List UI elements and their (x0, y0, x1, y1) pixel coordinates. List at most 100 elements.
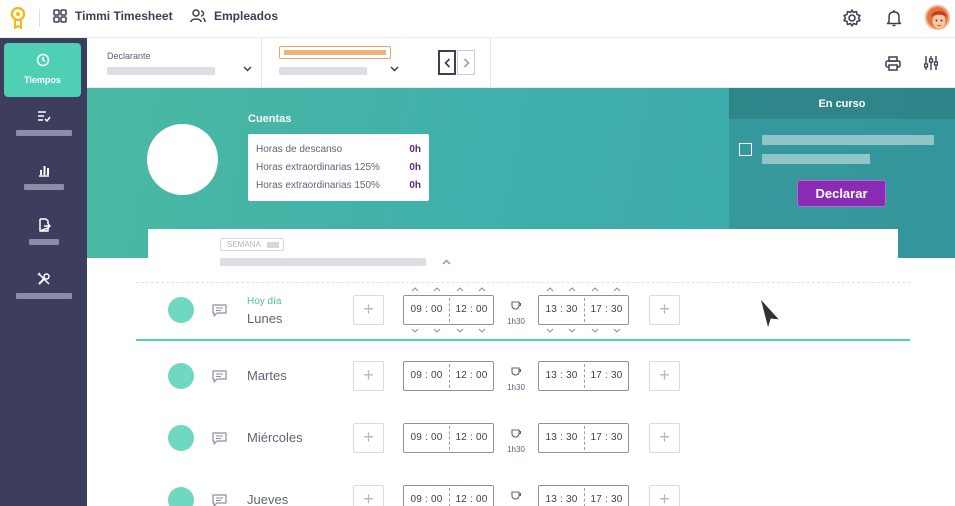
nav-empleados[interactable]: Empleados (190, 9, 278, 23)
day-status-dot (168, 363, 194, 389)
user-avatar[interactable] (925, 5, 950, 30)
en-curso-placeholder (762, 135, 934, 145)
time-range-box: 09 : 00 12 : 00 (403, 361, 494, 391)
sidebar-item-placeholder (15, 130, 72, 136)
time-range-box: 13 : 30 17 : 30 (538, 295, 629, 325)
period-select-value[interactable] (279, 67, 367, 75)
morning-start-time[interactable]: 09 : 00 (404, 486, 449, 506)
add-before-button[interactable]: + (353, 361, 384, 391)
sidebar: Tiempos (0, 38, 87, 506)
sidebar-item-reports[interactable] (0, 158, 87, 208)
comment-icon[interactable] (212, 494, 227, 506)
add-after-button[interactable]: + (649, 423, 680, 453)
add-before-button[interactable]: + (353, 423, 384, 453)
afternoon-end-time[interactable]: 17 : 30 (584, 296, 629, 324)
sidebar-item-placeholder (23, 184, 64, 190)
chevron-up-icon[interactable] (442, 259, 451, 265)
day-status-dot (168, 425, 194, 451)
add-before-button[interactable]: + (353, 295, 384, 325)
printer-icon[interactable] (885, 56, 901, 71)
mouse-cursor-icon (759, 297, 782, 331)
morning-end-time[interactable]: 12 : 00 (449, 424, 494, 452)
add-before-button[interactable]: + (353, 485, 384, 506)
morning-end-time[interactable]: 12 : 00 (449, 296, 494, 324)
time-increment-arrows[interactable] (544, 285, 578, 294)
add-after-button[interactable]: + (649, 361, 680, 391)
sidebar-item-export[interactable] (0, 213, 87, 263)
afternoon-end-time[interactable]: 17 : 30 (584, 486, 629, 506)
morning-end-time[interactable]: 12 : 00 (449, 486, 494, 506)
add-after-button[interactable]: + (649, 485, 680, 506)
time-decrement-arrows[interactable] (454, 327, 488, 336)
logo-icon[interactable] (10, 7, 26, 29)
next-period-button[interactable] (457, 50, 475, 75)
break-duration: 1h30 (507, 445, 525, 454)
break-indicator: 1h30 (501, 297, 531, 326)
bell-icon[interactable] (884, 8, 904, 28)
afternoon-start-time[interactable]: 13 : 30 (539, 424, 584, 452)
afternoon-start-time[interactable]: 13 : 30 (539, 486, 584, 506)
employee-photo (147, 124, 218, 195)
time-decrement-arrows[interactable] (544, 327, 578, 336)
semana-label: SEMANA (227, 240, 261, 249)
time-increment-arrows[interactable] (409, 285, 443, 294)
app-root: Timmi Timesheet Empleados Tiempos Declar… (0, 0, 955, 506)
break-duration: 1h30 (507, 383, 525, 392)
comment-icon[interactable] (212, 432, 227, 445)
users-icon (190, 9, 206, 23)
cuentas-row: Horas extraordinarias 125% 0h (256, 158, 421, 176)
declarar-button[interactable]: Declarar (797, 180, 886, 207)
cuentas-row-value: 0h (409, 143, 421, 155)
afternoon-end-time[interactable]: 17 : 30 (584, 362, 629, 390)
cuentas-row-label: Horas extraordinarias 150% (256, 179, 380, 191)
en-curso-title: En curso (729, 88, 955, 119)
filter-bar: Declarante (87, 38, 955, 88)
morning-start-time[interactable]: 09 : 00 (404, 296, 449, 324)
bar-chart-icon (38, 166, 49, 177)
chevron-down-icon[interactable] (390, 66, 399, 72)
afternoon-start-time[interactable]: 13 : 30 (539, 296, 584, 324)
grid-icon (53, 9, 67, 23)
en-curso-checkbox[interactable] (739, 143, 752, 156)
chevron-down-icon[interactable] (243, 66, 252, 72)
logo-divider (39, 9, 40, 27)
sidebar-item-placeholder (28, 239, 59, 245)
sidebar-item-settings[interactable] (0, 267, 87, 317)
time-increment-arrows[interactable] (589, 285, 623, 294)
declarante-label: Declarante (107, 51, 151, 61)
today-label: Hoy día (247, 296, 282, 307)
employees-label: Empleados (214, 9, 279, 23)
filter-settings-icon[interactable] (924, 55, 938, 71)
comment-icon[interactable] (212, 370, 227, 383)
nav-timmi-timesheet[interactable]: Timmi Timesheet (53, 9, 173, 23)
time-decrement-arrows[interactable] (409, 327, 443, 336)
time-range-box: 09 : 00 12 : 00 (403, 295, 494, 325)
time-decrement-arrows[interactable] (589, 327, 623, 336)
sidebar-item-tiempos[interactable]: Tiempos (4, 43, 81, 97)
period-indicator (279, 46, 391, 59)
chevron-right-icon (463, 57, 470, 68)
comment-icon[interactable] (212, 304, 227, 317)
cuentas-row-label: Horas de descanso (256, 143, 343, 155)
chevron-left-icon (443, 57, 450, 68)
cuentas-row-value: 0h (409, 161, 421, 173)
add-after-button[interactable]: + (649, 295, 680, 325)
morning-end-time[interactable]: 12 : 00 (449, 362, 494, 390)
coffee-cup-icon (510, 301, 521, 310)
sidebar-item-tasks[interactable] (0, 104, 87, 154)
morning-start-time[interactable]: 09 : 00 (404, 424, 449, 452)
afternoon-end-time[interactable]: 17 : 30 (584, 424, 629, 452)
declarante-select-value[interactable] (107, 67, 215, 75)
morning-start-time[interactable]: 09 : 00 (404, 362, 449, 390)
cuentas-row-label: Horas extraordinarias 125% (256, 161, 380, 173)
document-export-icon (38, 218, 51, 232)
previous-period-button[interactable] (438, 50, 456, 75)
gear-icon[interactable] (842, 8, 862, 28)
cuentas-row-value: 0h (409, 179, 421, 191)
time-range-box: 13 : 30 17 : 30 (538, 423, 629, 453)
afternoon-start-time[interactable]: 13 : 30 (539, 362, 584, 390)
app-name: Timmi Timesheet (75, 9, 173, 23)
time-increment-arrows[interactable] (454, 285, 488, 294)
day-status-dot (168, 297, 194, 323)
coffee-cup-icon (510, 491, 521, 500)
